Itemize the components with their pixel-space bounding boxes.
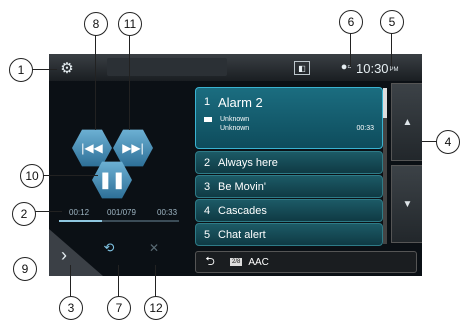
track-album: Unknown	[220, 125, 250, 132]
callout-3: 3	[59, 296, 83, 320]
callout-line	[70, 265, 71, 297]
arrow-down-icon: ▼	[402, 198, 413, 210]
track-position: 001/079	[107, 208, 136, 217]
callout-line	[30, 69, 57, 70]
callout-line	[34, 211, 62, 212]
audio-format: AAC	[248, 256, 269, 268]
list-item[interactable]: 4 Cascades	[195, 199, 383, 222]
clock-ampm: PM	[389, 67, 399, 73]
scroll-up-button[interactable]: ▲	[391, 83, 422, 161]
pause-icon: ❚❚	[98, 172, 126, 189]
track-title: Be Movin'	[218, 180, 266, 193]
callout-line	[118, 265, 119, 297]
clock-time: 10:30	[356, 60, 389, 76]
list-scrollbar[interactable]	[383, 88, 387, 244]
clock: 10:30 PM	[356, 59, 420, 77]
chevron-right-icon[interactable]: ›	[57, 245, 71, 265]
folder-badge: 2/8	[230, 258, 243, 266]
callout-10: 10	[20, 164, 44, 188]
shuffle-icon[interactable]: ✕	[146, 241, 162, 255]
list-item[interactable]: 5 Chat alert	[195, 223, 383, 246]
skip-previous-icon: |◀◀	[81, 141, 103, 155]
track-number: 2	[203, 156, 211, 169]
callout-6: 6	[339, 10, 363, 34]
repeat-icon[interactable]: ⟲	[101, 240, 117, 255]
top-bar-panel	[107, 58, 227, 76]
scroll-down-button[interactable]: ▼	[391, 165, 422, 243]
arrow-up-icon: ▲	[402, 116, 413, 128]
track-number: 3	[203, 180, 211, 193]
callout-line	[350, 31, 351, 67]
track-number: 5	[203, 228, 211, 241]
callout-1: 1	[9, 58, 33, 82]
callout-line	[95, 34, 96, 130]
track-number: 1	[203, 96, 211, 108]
track-title: Always here	[218, 156, 278, 169]
callout-line	[129, 34, 130, 130]
album-art-icon	[204, 117, 212, 122]
list-item-selected[interactable]: 1 Alarm 2 Unknown Unknown 00:33	[195, 87, 383, 149]
callout-line	[391, 31, 392, 67]
callout-line	[155, 265, 156, 297]
elapsed-time: 00:12	[69, 208, 90, 217]
mute-indicator-icon: ●▫	[340, 61, 352, 73]
list-item[interactable]: 3 Be Movin'	[195, 175, 383, 198]
track-number: 4	[203, 204, 211, 217]
top-bar: ⚙ ◧ ●▫ 10:30 PM	[49, 54, 422, 81]
track-artist: Unknown	[220, 116, 250, 123]
track-duration: 00:33	[356, 125, 374, 132]
callout-5: 5	[380, 10, 404, 34]
callout-11: 11	[118, 12, 142, 36]
skip-next-icon: ▶▶|	[122, 141, 144, 155]
list-item[interactable]: 2 Always here	[195, 151, 383, 174]
list-scrollbar-thumb	[383, 88, 387, 118]
callout-12: 12	[144, 296, 168, 320]
callout-7: 7	[107, 296, 131, 320]
callout-2: 2	[12, 202, 36, 226]
callout-9: 9	[13, 257, 37, 281]
total-time: 00:33	[157, 208, 178, 217]
media-mode-icon: ◧	[294, 61, 310, 75]
track-title: Cascades	[218, 204, 267, 217]
track-title: Alarm 2	[218, 94, 263, 110]
progress-bar[interactable]	[59, 220, 179, 222]
callout-4: 4	[436, 130, 460, 154]
gear-icon[interactable]: ⚙	[57, 58, 77, 78]
back-icon[interactable]: ⮌	[196, 252, 224, 273]
callout-8: 8	[84, 12, 108, 36]
track-title: Chat alert	[218, 228, 266, 241]
callout-line	[42, 175, 98, 176]
media-player-screen: ⚙ ◧ ●▫ 10:30 PM |◀◀ ▶▶| ❚❚ 00:12 001/079…	[49, 54, 422, 276]
list-footer: ⮌ 2/8 AAC	[195, 251, 417, 273]
progress-fill	[59, 220, 103, 222]
